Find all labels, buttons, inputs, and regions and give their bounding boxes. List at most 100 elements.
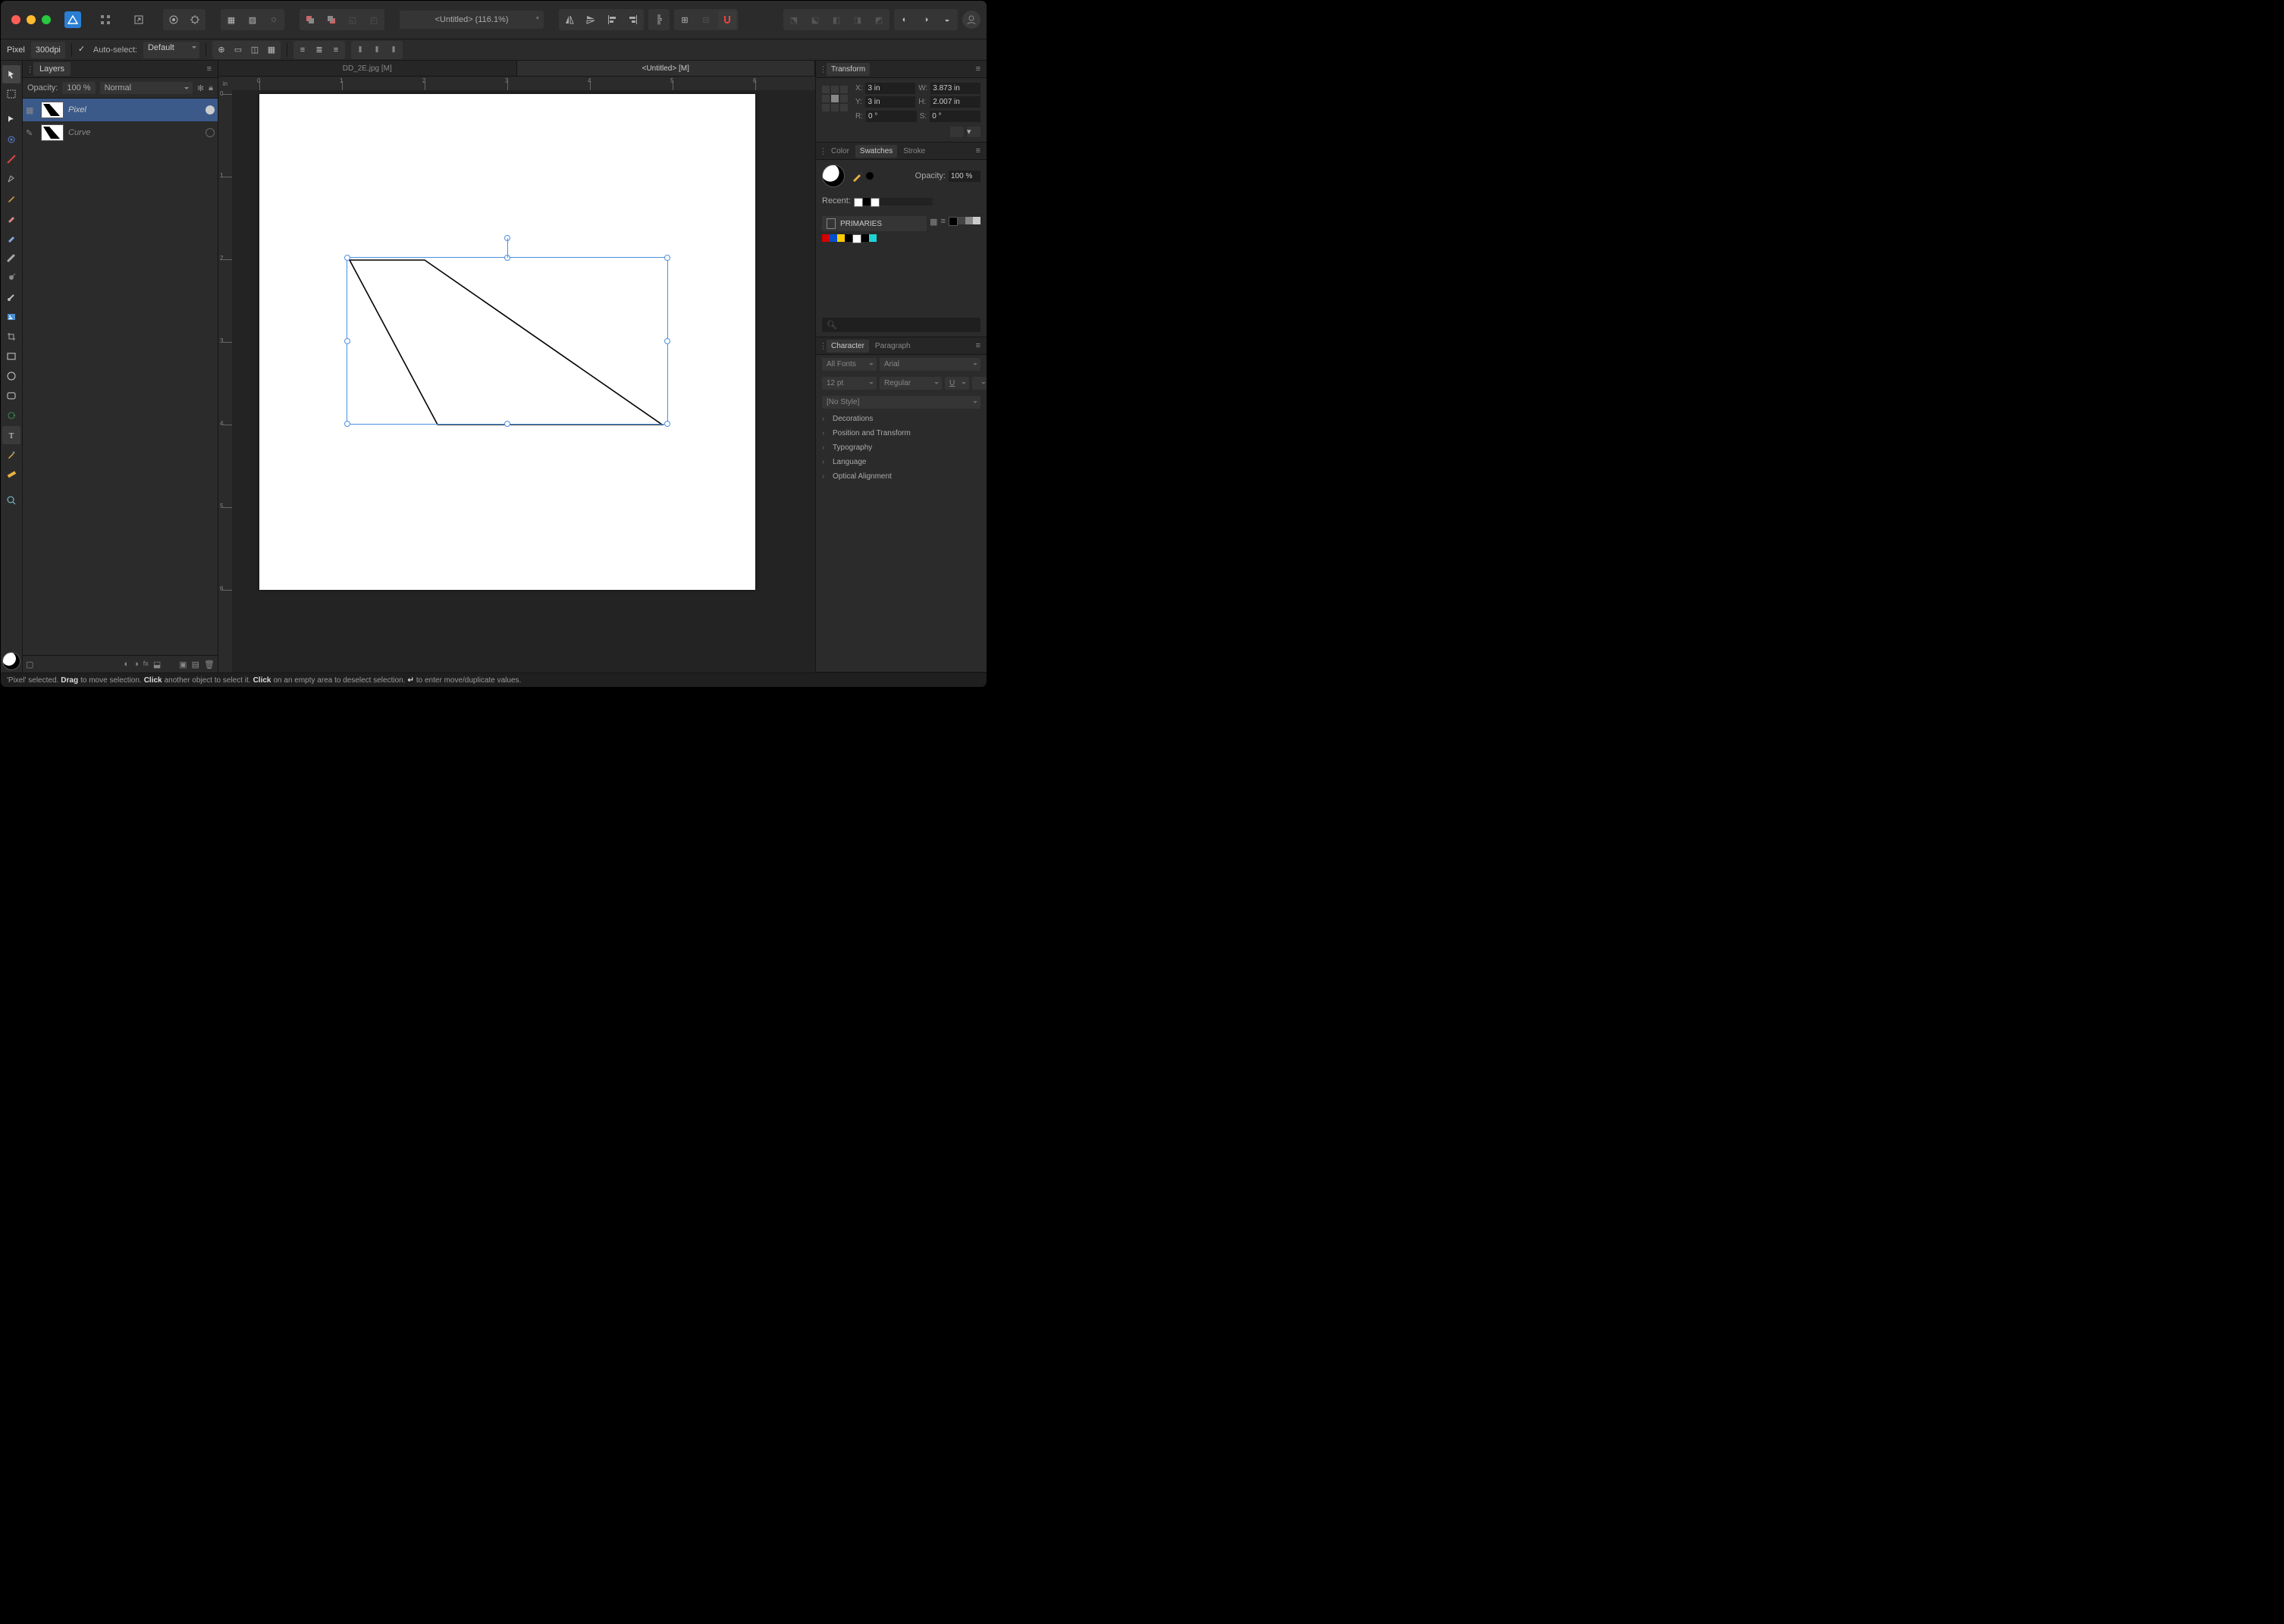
r-field[interactable]: 0 ° — [866, 111, 917, 122]
x-field[interactable]: 3 in — [865, 83, 915, 94]
view-list-icon[interactable]: ≡ — [941, 217, 946, 226]
tab-swatches[interactable]: Swatches — [855, 145, 897, 158]
section-decorations[interactable]: Decorations — [816, 412, 987, 426]
align-right-icon[interactable]: ≡ — [328, 42, 344, 58]
minimize-window[interactable] — [27, 15, 36, 24]
handle-e[interactable] — [664, 338, 670, 344]
tab-stroke[interactable]: Stroke — [899, 145, 930, 158]
flip-h-icon[interactable] — [560, 11, 579, 29]
transform-sel-icon[interactable]: ▭ — [230, 42, 246, 58]
link-toggle-icon[interactable] — [950, 127, 964, 137]
add-layer-icon[interactable]: ▤ — [192, 660, 199, 669]
char-style-select[interactable]: [No Style] — [822, 396, 980, 409]
adjust-layer-icon[interactable]: ◑ — [133, 660, 139, 669]
handle-w[interactable] — [344, 338, 350, 344]
grid3-icon[interactable]: ◌ — [265, 11, 283, 29]
align-vcenter-icon[interactable]: ‖ — [369, 42, 385, 58]
tool-text[interactable]: T — [2, 426, 20, 444]
transform-menu-icon[interactable]: ≡ — [973, 63, 984, 75]
panel-menu-icon[interactable]: ≡ — [204, 63, 215, 75]
bool-xor-icon[interactable]: ◨ — [849, 11, 867, 29]
view-grid-icon[interactable]: ▦ — [930, 217, 937, 227]
tab-color[interactable]: Color — [827, 145, 854, 158]
doctab-1[interactable]: DD_2E.jpg [M] — [218, 61, 517, 76]
align-top-icon[interactable]: ‖ — [352, 42, 369, 58]
delete-layer-icon[interactable]: 🗑︎ — [204, 660, 215, 669]
w-field[interactable]: 3.873 in — [930, 83, 980, 94]
foreground-color-well[interactable] — [822, 165, 845, 187]
font-family-select[interactable]: Arial — [880, 358, 980, 371]
tool-marquee[interactable] — [2, 85, 20, 103]
flip-v-icon[interactable] — [582, 11, 600, 29]
section-typography[interactable]: Typography — [816, 440, 987, 455]
layer-row-pixel[interactable]: ▦ Pixel — [23, 99, 218, 121]
tool-dodge[interactable] — [2, 288, 20, 306]
snap-off-icon[interactable]: ⊟ — [697, 11, 715, 29]
show-origin-icon[interactable]: ⊕ — [213, 42, 230, 58]
layer-visibility-toggle[interactable] — [205, 128, 215, 137]
persona-grid-icon[interactable] — [96, 11, 115, 29]
swatch-opacity-field[interactable]: 100 % — [949, 171, 980, 182]
tool-rect[interactable] — [2, 347, 20, 365]
account-icon[interactable] — [962, 11, 980, 29]
grid2-icon[interactable]: ▨ — [243, 11, 262, 29]
tool-brush2[interactable] — [2, 229, 20, 247]
font-weight-select[interactable]: Regular — [880, 377, 942, 390]
close-window[interactable] — [11, 15, 20, 24]
prefs-icon[interactable] — [165, 11, 183, 29]
layer-row-curve[interactable]: ✎ Curve — [23, 121, 218, 144]
tool-image[interactable] — [2, 308, 20, 326]
tool-picker[interactable] — [2, 446, 20, 464]
gear-icon[interactable] — [186, 11, 204, 29]
section-optical[interactable]: Optical Alignment — [816, 469, 987, 484]
layers-filter-icon[interactable]: ▢ — [26, 660, 33, 669]
tool-pen[interactable] — [2, 170, 20, 188]
handle-sw[interactable] — [344, 421, 350, 427]
opacity-value[interactable]: 100 % — [62, 82, 95, 94]
arrange-fwd-icon[interactable]: ◱ — [344, 11, 362, 29]
y-field[interactable]: 3 in — [865, 96, 915, 108]
tab-paragraph[interactable]: Paragraph — [871, 340, 915, 353]
shade-swatches[interactable] — [949, 217, 980, 226]
grid1-icon[interactable]: ▦ — [222, 11, 240, 29]
ruler-origin[interactable]: in — [218, 77, 233, 91]
group-layer-icon[interactable]: ▣ — [179, 660, 187, 669]
section-position[interactable]: Position and Transform — [816, 426, 987, 440]
arrange-front-icon[interactable] — [301, 11, 319, 29]
tool-brush[interactable] — [2, 209, 20, 227]
magnet-icon[interactable] — [718, 11, 736, 29]
swatches-menu-icon[interactable]: ≡ — [973, 145, 984, 157]
merge-layer-icon[interactable]: ⬓ — [153, 660, 161, 669]
dpi-field[interactable]: 300dpi — [31, 42, 65, 58]
fx-layer-icon[interactable]: fx — [143, 660, 149, 669]
arrange-back-icon[interactable] — [322, 11, 340, 29]
tool-blur[interactable] — [2, 249, 20, 267]
bool-add-icon[interactable]: ⬔ — [785, 11, 803, 29]
tool-pencil[interactable] — [2, 190, 20, 208]
font-size-select[interactable]: 12 pt — [822, 377, 877, 390]
zoom-window[interactable] — [42, 15, 51, 24]
strike-toggle[interactable] — [972, 377, 987, 390]
handle-nw[interactable] — [344, 255, 350, 261]
tool-ellipse[interactable] — [2, 367, 20, 385]
snap-guide-icon[interactable]: ⊞ — [676, 11, 694, 29]
op-2-icon[interactable]: ◑ — [917, 11, 935, 29]
align-hcenter-icon[interactable]: ≣ — [311, 42, 328, 58]
tool-move[interactable] — [2, 65, 20, 83]
tool-line[interactable] — [2, 150, 20, 168]
tab-transform[interactable]: Transform — [827, 63, 870, 76]
bool-div-icon[interactable]: ◩ — [870, 11, 888, 29]
selection-bounds[interactable] — [347, 257, 668, 425]
tool-smudge[interactable] — [2, 268, 20, 287]
primary-palette[interactable] — [822, 234, 980, 243]
blend-mode-select[interactable]: Normal — [100, 82, 193, 94]
s-field[interactable]: 0 ° — [930, 111, 980, 122]
align-l-icon[interactable] — [603, 11, 621, 29]
tool-ruler[interactable] — [2, 466, 20, 484]
doctab-2[interactable]: <Untitled> [M] — [517, 61, 816, 76]
layer-visibility-toggle[interactable] — [205, 105, 215, 114]
align-left-icon[interactable]: ≡ — [294, 42, 311, 58]
align-edge-icon[interactable]: ╠ — [650, 11, 668, 29]
open-doc-icon[interactable] — [130, 11, 148, 29]
cycle-sel-icon[interactable]: ◫ — [246, 42, 263, 58]
